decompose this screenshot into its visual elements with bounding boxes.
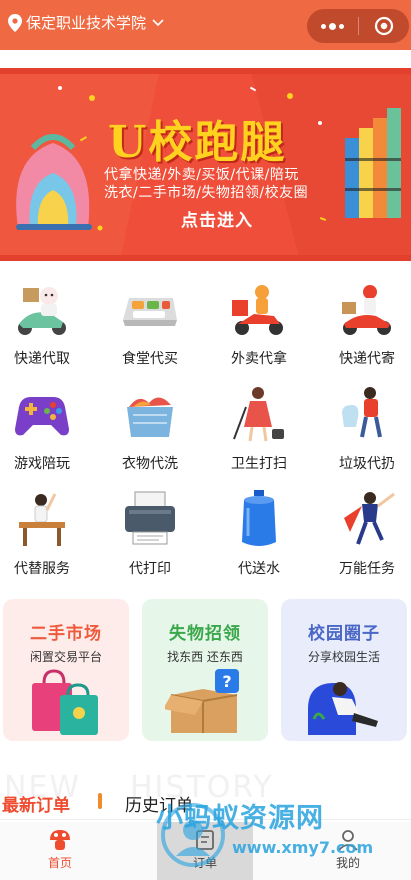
svg-text:?: ? [222, 672, 231, 691]
more-menu-button[interactable] [307, 22, 358, 30]
card-title: 二手市场 [30, 624, 102, 644]
service-label: 快递代取 [14, 351, 70, 367]
service-label: 代打印 [129, 561, 171, 577]
target-close-icon [374, 16, 394, 36]
service-label: 食堂代买 [122, 351, 178, 367]
water-bucket-icon [242, 490, 276, 546]
delivery-rider-icon [232, 285, 283, 335]
card-title: 失物招领 [169, 624, 241, 644]
scooter-delivery-icon [18, 287, 66, 335]
banner-title: U校跑腿 [108, 117, 287, 168]
printer-icon [125, 491, 175, 545]
service-item-laundry[interactable]: 衣物代洗 [110, 383, 190, 473]
service-item-cleaning[interactable]: 卫生打扫 [219, 383, 299, 473]
banner-services-line-1: 代拿快递/外卖/买饭/代课/陪玩 [104, 167, 299, 183]
close-miniprogram-button[interactable] [359, 16, 409, 36]
card-campus-circle[interactable]: 校园圈子 分享校园生活 [281, 599, 407, 741]
service-label: 万能任务 [339, 561, 395, 577]
location-pin-icon [8, 13, 22, 32]
superhero-icon [344, 492, 395, 545]
service-item-substitute-service[interactable]: 代替服务 [2, 488, 82, 578]
relaxing-person-icon [308, 682, 378, 735]
service-label: 垃圾代扔 [339, 456, 395, 472]
service-item-universal-task[interactable]: 万能任务 [327, 488, 407, 578]
location-name: 保定职业技术学院 [26, 14, 147, 32]
shopping-bags-icon [32, 669, 98, 735]
trash-bag-icon [342, 387, 382, 438]
service-label: 代送水 [238, 561, 280, 577]
service-item-canteen-buy[interactable]: 食堂代买 [110, 278, 190, 368]
courier-scooter-icon [342, 285, 391, 335]
card-subtitle: 闲置交易平台 [29, 650, 102, 664]
service-label: 外卖代拿 [231, 351, 287, 367]
gamepad-icon [15, 397, 69, 436]
orders-tab-divider [98, 793, 102, 809]
laundry-basket-icon [127, 397, 173, 437]
service-item-trash-disposal[interactable]: 垃圾代扔 [327, 383, 407, 473]
student-desk-icon [19, 493, 65, 546]
service-label: 衣物代洗 [122, 456, 178, 472]
service-item-express-pickup[interactable]: 快递代取 [2, 278, 82, 368]
card-subtitle: 分享校园生活 [307, 650, 380, 664]
service-item-printing[interactable]: 代打印 [110, 488, 190, 578]
location-selector[interactable]: 保定职业技术学院 [8, 12, 164, 33]
service-item-takeout-pickup[interactable]: 外卖代拿 [219, 278, 299, 368]
meal-tray-icon [123, 298, 177, 326]
promo-banner[interactable]: U校跑腿 代拿快递/外卖/买饭/代课/陪玩 洗衣/二手市场/失物招领/校友圈 点… [0, 68, 411, 261]
card-subtitle: 找东西 还东西 [167, 650, 243, 664]
vacuum-cleaner-icon [233, 387, 284, 442]
card-title: 校园圈子 [308, 624, 380, 644]
tab-home[interactable]: 首页 [10, 822, 110, 880]
service-label: 卫生打扫 [231, 456, 287, 472]
top-bar: 保定职业技术学院 [0, 0, 411, 50]
service-item-game-companion[interactable]: 游戏陪玩 [2, 383, 82, 473]
chevron-down-icon [152, 18, 164, 26]
tab-latest-orders[interactable]: 最新订单 [2, 791, 70, 816]
banner-cta: 点击进入 [181, 211, 253, 231]
card-lost-and-found[interactable]: 失物招领 找东西 还东西 ? [142, 599, 268, 741]
miniprogram-capsule [307, 9, 409, 43]
mystery-box-icon: ? [165, 669, 239, 733]
more-dots-icon [321, 23, 326, 29]
service-label: 游戏陪玩 [14, 456, 70, 472]
tab-label: 首页 [47, 856, 72, 870]
card-second-hand-market[interactable]: 二手市场 闲置交易平台 [3, 599, 129, 741]
banner-services-line-2: 洗衣/二手市场/失物招领/校友圈 [104, 185, 309, 201]
service-label: 代替服务 [14, 561, 70, 577]
service-label: 快递代寄 [339, 351, 395, 367]
watermark-url: www.xmy7.com [232, 838, 374, 857]
watermark-text: 小蚂蚁资源网 [156, 803, 324, 834]
service-item-express-send[interactable]: 快递代寄 [327, 278, 407, 368]
mushroom-home-icon [50, 830, 70, 850]
service-item-water-delivery[interactable]: 代送水 [219, 488, 299, 578]
